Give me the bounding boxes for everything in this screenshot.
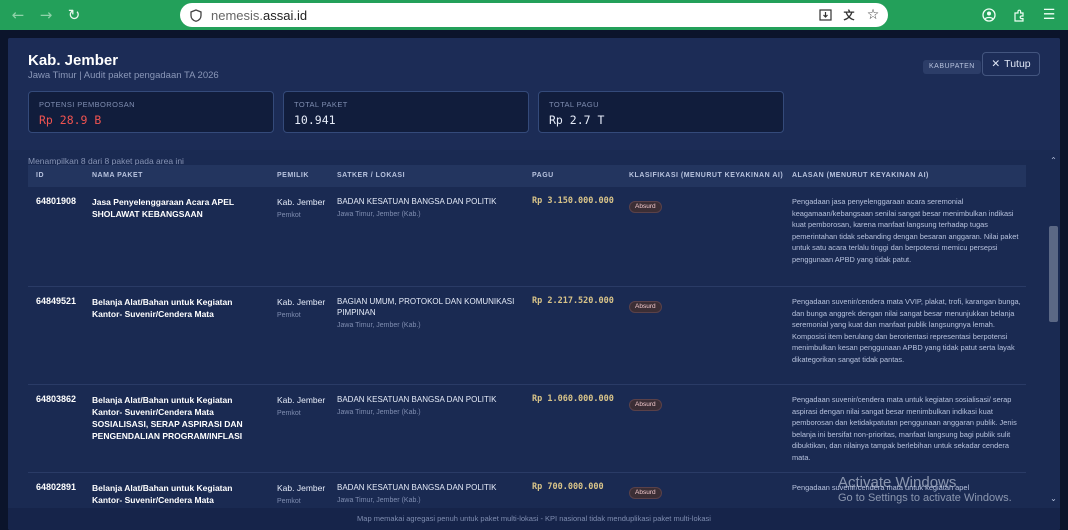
paket-satker: BADAN KESATUAN BANGSA DAN POLITIK Jawa Ti… <box>337 395 497 416</box>
klasifikasi-badge: Absurd <box>629 393 662 411</box>
paket-owner: Kab. Jember Pemkot <box>277 395 326 417</box>
close-icon: ✕ <box>991 58 1001 70</box>
region-type-badge: KABUPATEN <box>923 60 981 74</box>
paket-name: Jasa Penyelenggaraan Acara APEL SHOLAWAT… <box>92 197 234 219</box>
detail-panel: Kab. Jember Jawa Timur | Audit paket pen… <box>8 38 1060 530</box>
column-header[interactable]: PEMILIK <box>277 172 309 179</box>
scroll-down-icon[interactable]: ⌄ <box>1047 494 1060 504</box>
address-bar[interactable]: nemesis.assai.id 文 ☆ <box>180 3 888 27</box>
table-row[interactable]: 64803862 Belanja Alat/Bahan untuk Kegiat… <box>28 385 1026 473</box>
footer-note: Map memakai agregasi penuh untuk paket m… <box>8 508 1060 530</box>
table-row[interactable]: 64801908 Jasa Penyelenggaraan Acara APEL… <box>28 187 1026 287</box>
stat-value: Rp 2.7 T <box>549 113 605 127</box>
stat-card-total-paket: TOTAL PAKET 10.941 <box>283 91 529 133</box>
stat-value: Rp 28.9 B <box>39 113 102 127</box>
url-text: nemesis.assai.id <box>211 7 308 23</box>
paket-alasan: Pengadaan suvenir/cendera mata VVIP, pla… <box>792 297 1021 364</box>
paket-owner: Kab. Jember Pemkot <box>277 197 326 219</box>
paket-id: 64801908 <box>36 196 77 206</box>
column-header[interactable]: KLASIFIKASI (MENURUT KEYAKINAN AI) <box>629 172 783 179</box>
paket-owner: Kab. Jember Pemkot <box>277 483 326 505</box>
paket-pagu: Rp 700.000.000 <box>532 482 604 492</box>
paket-name: Belanja Alat/Bahan untuk Kegiatan Kantor… <box>92 483 233 505</box>
paket-alasan: Pengadaan suvenir/cendera mata untuk keg… <box>792 483 970 492</box>
page: Kab. Jember Jawa Timur | Audit paket pen… <box>0 30 1068 530</box>
klasifikasi-badge: Absurd <box>629 295 662 313</box>
paket-pagu: Rp 3.150.000.000 <box>532 196 614 206</box>
paket-alasan: Pengadaan jasa penyelenggaraan acara ser… <box>792 197 1019 264</box>
paket-owner: Kab. Jember Pemkot <box>277 297 326 319</box>
panel-header: Kab. Jember Jawa Timur | Audit paket pen… <box>8 38 1060 150</box>
extensions-icon[interactable] <box>1006 0 1032 30</box>
paket-satker: BADAN KESATUAN BANGSA DAN POLITIK Jawa Ti… <box>337 483 497 504</box>
column-header[interactable]: NAMA PAKET <box>92 172 143 179</box>
scrollbar-thumb[interactable] <box>1049 226 1058 322</box>
paket-table: ID NAMA PAKET PEMILIK SATKER / LOKASI PA… <box>28 165 1026 505</box>
download-icon[interactable] <box>816 6 834 24</box>
table-row[interactable]: 64802891 Belanja Alat/Bahan untuk Kegiat… <box>28 473 1026 505</box>
shield-icon <box>188 7 204 23</box>
klasifikasi-badge: Absurd <box>629 481 662 499</box>
column-header[interactable]: PAGU <box>532 172 554 179</box>
table-scrollbar[interactable]: ⌃ ⌄ <box>1047 156 1060 508</box>
paket-pagu: Rp 1.060.000.000 <box>532 394 614 404</box>
back-arrow-icon[interactable]: ← <box>4 0 32 30</box>
klasifikasi-badge: Absurd <box>629 195 662 213</box>
stat-card-potensi: POTENSI PEMBOROSAN Rp 28.9 B <box>28 91 274 133</box>
paket-name: Belanja Alat/Bahan untuk Kegiatan Kantor… <box>92 395 243 441</box>
table-row[interactable]: 64849521 Belanja Alat/Bahan untuk Kegiat… <box>28 287 1026 385</box>
browser-toolbar: ← → ↻ nemesis.assai.id 文 ☆ ☰ <box>0 0 1068 30</box>
stat-label: TOTAL PAGU <box>549 100 599 109</box>
close-button[interactable]: ✕ Tutup <box>982 52 1040 76</box>
menu-icon[interactable]: ☰ <box>1036 0 1062 30</box>
scroll-up-icon[interactable]: ⌃ <box>1047 156 1060 166</box>
paket-id: 64802891 <box>36 482 77 492</box>
stat-card-total-pagu: TOTAL PAGU Rp 2.7 T <box>538 91 784 133</box>
paket-name: Belanja Alat/Bahan untuk Kegiatan Kantor… <box>92 297 233 319</box>
column-header[interactable]: ID <box>36 172 44 179</box>
paket-satker: BADAN KESATUAN BANGSA DAN POLITIK Jawa Ti… <box>337 197 497 218</box>
page-subtitle: Jawa Timur | Audit paket pengadaan TA 20… <box>28 70 219 81</box>
paket-alasan: Pengadaan suvenir/cendera mata untuk keg… <box>792 395 1017 462</box>
translate-icon[interactable]: 文 <box>840 6 858 24</box>
stat-label: POTENSI PEMBOROSAN <box>39 100 135 109</box>
paket-id: 64803862 <box>36 394 77 404</box>
close-button-label: Tutup <box>1004 58 1031 70</box>
paket-id: 64849521 <box>36 296 77 306</box>
page-title: Kab. Jember <box>28 52 119 69</box>
column-header[interactable]: ALASAN (MENURUT KEYAKINAN AI) <box>792 172 929 179</box>
table-header: ID NAMA PAKET PEMILIK SATKER / LOKASI PA… <box>28 165 1026 187</box>
star-icon[interactable]: ☆ <box>864 6 882 24</box>
stat-value: 10.941 <box>294 113 336 127</box>
stat-label: TOTAL PAKET <box>294 100 348 109</box>
paket-satker: BAGIAN UMUM, PROTOKOL DAN KOMUNIKASI PIM… <box>337 297 515 329</box>
forward-arrow-icon[interactable]: → <box>32 0 60 30</box>
column-header[interactable]: SATKER / LOKASI <box>337 172 405 179</box>
paket-pagu: Rp 2.217.520.000 <box>532 296 614 306</box>
reload-icon[interactable]: ↻ <box>60 0 88 30</box>
account-icon[interactable] <box>976 0 1002 30</box>
